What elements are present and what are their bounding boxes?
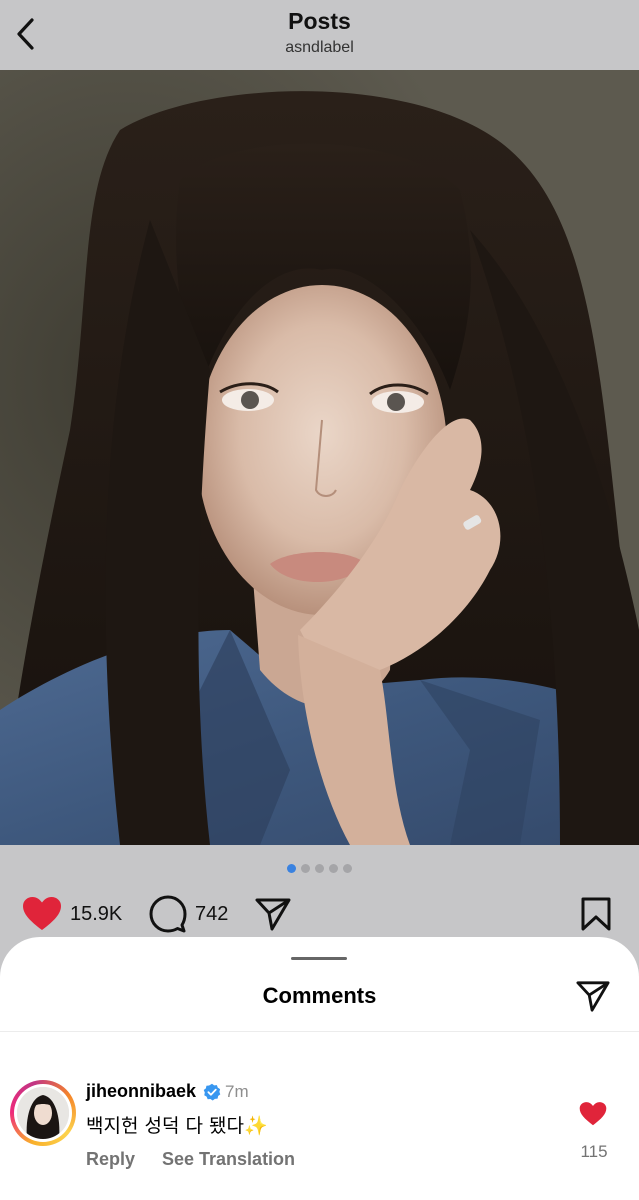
comment-text: 백지헌 성덕 다 됐다✨ — [86, 1115, 268, 1137]
divider — [0, 1031, 639, 1032]
comment-bubble-icon — [149, 895, 187, 933]
like-button[interactable]: 15.9K — [22, 890, 122, 938]
sheet-grabber[interactable] — [291, 957, 347, 960]
comment-time: 7m — [225, 1082, 249, 1101]
avatar-image — [17, 1087, 69, 1139]
paper-plane-icon — [576, 981, 610, 1012]
portrait-illustration — [0, 70, 639, 845]
heart-icon — [23, 897, 61, 930]
comment-username[interactable]: jiheonnibaek — [86, 1081, 196, 1102]
comment-button[interactable]: 742 — [149, 890, 228, 938]
carousel-dots — [0, 864, 639, 876]
carousel-dot[interactable] — [315, 864, 324, 873]
bookmark-icon — [581, 897, 611, 931]
carousel-dot[interactable] — [329, 864, 338, 873]
reply-button[interactable]: Reply — [86, 1149, 135, 1170]
post-photo[interactable] — [0, 70, 639, 845]
paper-plane-icon — [255, 898, 291, 931]
comment-like-heart-icon[interactable] — [579, 1101, 607, 1127]
comment-like-count: 115 — [580, 1142, 608, 1161]
comments-title: Comments — [262, 983, 377, 1008]
carousel-dot-active[interactable] — [287, 864, 296, 873]
share-comments-button[interactable] — [574, 977, 612, 1015]
verified-badge-icon — [203, 1083, 221, 1101]
top-bar: Posts asndlabel — [0, 0, 639, 70]
carousel-dot[interactable] — [301, 864, 310, 873]
comment-count: 742 — [195, 902, 229, 925]
like-count: 15.9K — [70, 902, 123, 925]
carousel-dot[interactable] — [343, 864, 352, 873]
avatar[interactable] — [10, 1080, 76, 1146]
account-username[interactable]: asndlabel — [0, 39, 639, 57]
comments-sheet: Comments jiheonnibaek 7m 백지헌 성덕 다 됐다✨ Re… — [0, 937, 639, 1200]
share-button[interactable] — [254, 890, 292, 938]
page-title: Posts — [288, 8, 351, 34]
save-button[interactable] — [580, 890, 612, 938]
post-action-bar: 15.9K 742 — [0, 890, 639, 938]
see-translation-button[interactable]: See Translation — [162, 1149, 295, 1170]
